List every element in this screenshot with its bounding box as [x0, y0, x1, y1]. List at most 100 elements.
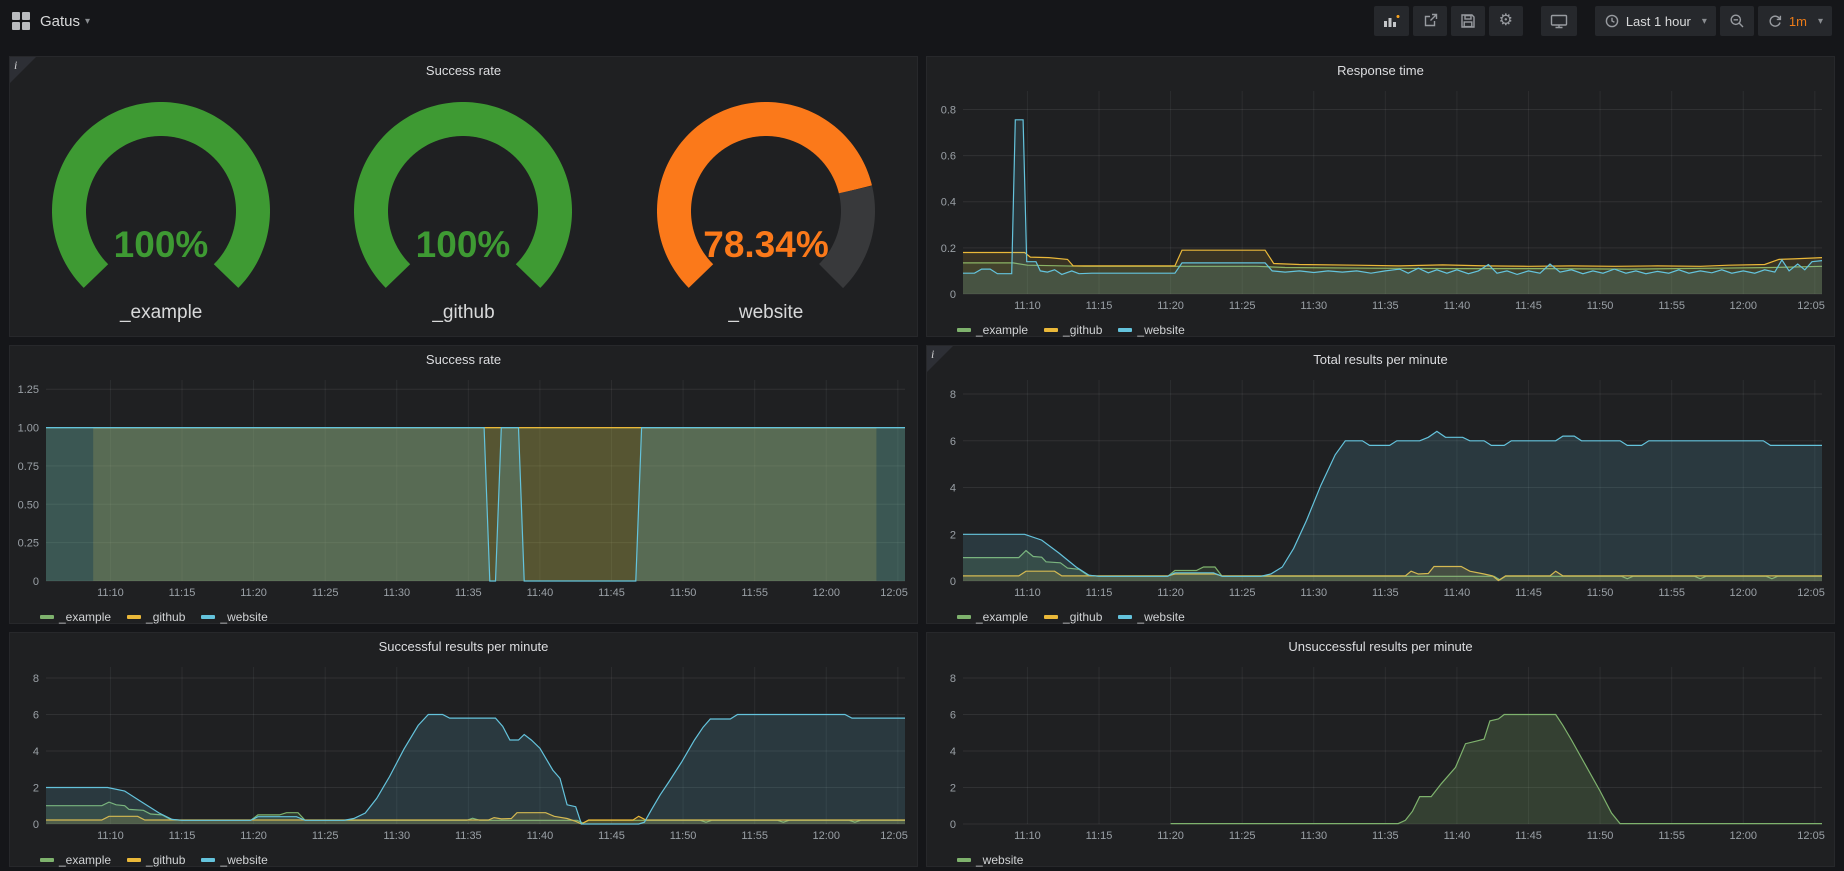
- legend-item[interactable]: _website: [201, 853, 267, 867]
- legend-item[interactable]: _example: [40, 853, 111, 867]
- svg-text:11:55: 11:55: [1658, 300, 1685, 312]
- legend-item[interactable]: _website: [201, 610, 267, 624]
- svg-text:11:30: 11:30: [1300, 587, 1327, 599]
- refresh-interval-label: 1m: [1789, 14, 1807, 29]
- svg-text:11:55: 11:55: [741, 830, 768, 842]
- gauge-label: _website: [728, 302, 803, 324]
- panel-title[interactable]: Unsuccessful results per minute: [927, 633, 1834, 659]
- legend-series-label: _github: [146, 610, 185, 624]
- dashboards-grid-icon[interactable]: [12, 12, 30, 30]
- refresh-button[interactable]: 1m ▾: [1758, 6, 1832, 36]
- clock-icon: [1604, 13, 1620, 29]
- gauge-row: 100% _example 100% _github 78.34% _websi…: [10, 83, 917, 336]
- panel-title[interactable]: Response time: [927, 57, 1834, 83]
- svg-text:0.6: 0.6: [941, 151, 956, 163]
- gauge-label: _github: [432, 302, 494, 324]
- svg-text:11:40: 11:40: [527, 587, 554, 599]
- settings-button[interactable]: ⚙: [1489, 6, 1523, 36]
- gear-icon: ⚙: [1499, 13, 1513, 29]
- svg-text:1.00: 1.00: [18, 423, 39, 435]
- legend-series-label: _example: [59, 610, 111, 624]
- svg-text:11:10: 11:10: [97, 587, 124, 599]
- svg-text:12:00: 12:00: [1729, 587, 1757, 599]
- svg-text:12:05: 12:05: [880, 830, 908, 842]
- legend-item[interactable]: _example: [40, 610, 111, 624]
- svg-text:0.50: 0.50: [18, 499, 39, 511]
- legend-item[interactable]: _website: [1118, 323, 1184, 337]
- cycle-view-button[interactable]: [1541, 6, 1577, 36]
- gauge-label: _example: [120, 302, 202, 324]
- svg-text:11:20: 11:20: [240, 587, 267, 599]
- successful-results-chart[interactable]: 11:1011:1511:2011:2511:3011:3511:4011:45…: [10, 659, 917, 849]
- gauge-arc: 100%: [312, 83, 614, 300]
- legend-item[interactable]: _github: [127, 853, 185, 867]
- svg-text:0: 0: [33, 576, 39, 588]
- panel-title[interactable]: Success rate: [10, 57, 917, 83]
- total-results-chart[interactable]: 11:1011:1511:2011:2511:3011:3511:4011:45…: [927, 372, 1834, 606]
- svg-text:11:35: 11:35: [1372, 830, 1399, 842]
- svg-text:2: 2: [950, 782, 956, 794]
- svg-text:11:10: 11:10: [1014, 830, 1041, 842]
- svg-text:12:05: 12:05: [1797, 830, 1825, 842]
- navbar: Gatus ▾ ⚙: [0, 0, 1844, 42]
- svg-text:11:25: 11:25: [1229, 587, 1256, 599]
- time-range-picker[interactable]: Last 1 hour ▾: [1595, 6, 1716, 36]
- success-rate-chart[interactable]: 11:1011:1511:2011:2511:3011:3511:4011:45…: [10, 372, 917, 606]
- svg-text:11:15: 11:15: [1086, 830, 1113, 842]
- svg-text:0.4: 0.4: [941, 197, 956, 209]
- unsuccessful-results-chart[interactable]: 11:1011:1511:2011:2511:3011:3511:4011:45…: [927, 659, 1834, 849]
- dashboard-title-dropdown[interactable]: Gatus ▾: [40, 13, 90, 30]
- response-time-chart[interactable]: 11:1011:1511:2011:2511:3011:3511:4011:45…: [927, 83, 1834, 319]
- add-panel-icon: [1383, 13, 1400, 29]
- panel-info-corner[interactable]: i: [927, 346, 953, 372]
- legend-series-label: _website: [1137, 610, 1184, 624]
- panel-title[interactable]: Total results per minute: [927, 346, 1834, 372]
- svg-text:0.25: 0.25: [18, 538, 39, 550]
- add-panel-button[interactable]: [1374, 6, 1409, 36]
- legend-series-dash: [40, 615, 54, 619]
- legend-series-dash: [127, 615, 141, 619]
- svg-text:11:35: 11:35: [1372, 300, 1399, 312]
- svg-text:12:00: 12:00: [1729, 830, 1757, 842]
- svg-text:6: 6: [950, 709, 956, 721]
- svg-text:11:20: 11:20: [1157, 300, 1184, 312]
- legend: _example _github _website: [927, 606, 1834, 628]
- gauge-arc: 78.34%: [615, 83, 917, 300]
- panel-info-corner[interactable]: i: [10, 57, 36, 83]
- svg-text:0.2: 0.2: [941, 243, 956, 255]
- legend-item[interactable]: _example: [957, 610, 1028, 624]
- panel-success-rate-ts: Success rate 11:1011:1511:2011:2511:3011…: [9, 345, 918, 624]
- svg-text:11:30: 11:30: [1300, 830, 1327, 842]
- svg-text:12:00: 12:00: [1729, 300, 1757, 312]
- zoom-out-button[interactable]: [1720, 6, 1754, 36]
- svg-text:11:45: 11:45: [1515, 300, 1542, 312]
- svg-text:11:40: 11:40: [527, 830, 554, 842]
- legend-item[interactable]: _github: [1044, 610, 1102, 624]
- legend-item[interactable]: _example: [957, 323, 1028, 337]
- svg-text:11:10: 11:10: [1014, 300, 1041, 312]
- legend-series-dash: [957, 328, 971, 332]
- legend-item[interactable]: _website: [957, 853, 1023, 867]
- legend-series-dash: [1044, 615, 1058, 619]
- legend-item[interactable]: _github: [127, 610, 185, 624]
- svg-text:11:15: 11:15: [1086, 587, 1113, 599]
- share-icon: [1422, 13, 1438, 29]
- legend: _example _github _website: [10, 849, 917, 871]
- chevron-down-icon: ▾: [1818, 16, 1823, 27]
- legend-series-dash: [127, 858, 141, 862]
- time-range-label: Last 1 hour: [1626, 14, 1691, 29]
- svg-text:12:05: 12:05: [1797, 587, 1825, 599]
- svg-text:11:50: 11:50: [1587, 587, 1614, 599]
- svg-text:11:35: 11:35: [455, 587, 482, 599]
- legend-item[interactable]: _github: [1044, 323, 1102, 337]
- save-button[interactable]: [1451, 6, 1485, 36]
- legend-item[interactable]: _website: [1118, 610, 1184, 624]
- svg-text:6: 6: [950, 436, 956, 448]
- svg-text:11:30: 11:30: [1300, 300, 1327, 312]
- legend: _website: [927, 849, 1834, 871]
- panel-title[interactable]: Success rate: [10, 346, 917, 372]
- svg-text:11:45: 11:45: [1515, 830, 1542, 842]
- panel-title[interactable]: Successful results per minute: [10, 633, 917, 659]
- svg-text:78.34%: 78.34%: [703, 224, 829, 265]
- share-button[interactable]: [1413, 6, 1447, 36]
